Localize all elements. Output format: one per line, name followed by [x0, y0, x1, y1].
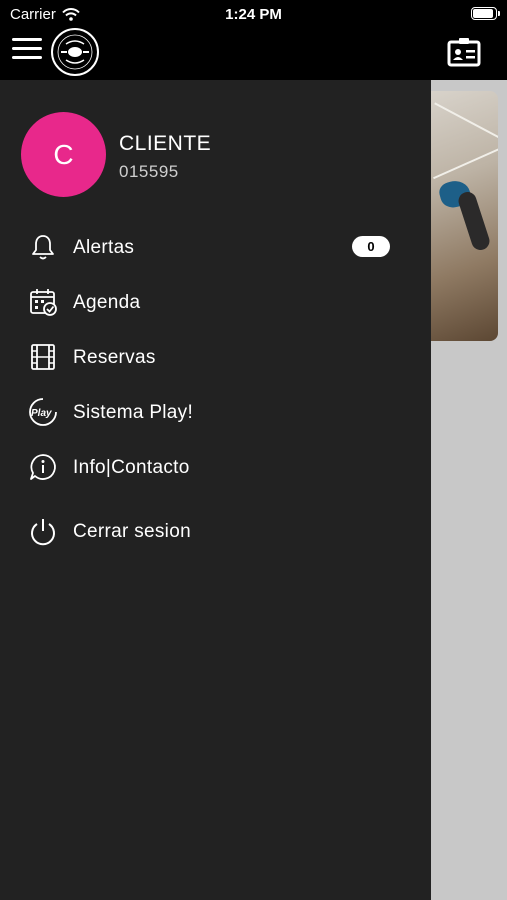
menu-item-label: Agenda	[73, 292, 141, 313]
battery-icon	[471, 7, 500, 20]
play-badge-icon: Play	[29, 398, 57, 426]
info-bubble-icon	[30, 454, 56, 480]
power-icon	[31, 519, 55, 546]
app-header	[0, 28, 507, 80]
menu-item-label: Info|Contacto	[73, 457, 190, 478]
user-id: 015595	[119, 162, 179, 181]
film-icon	[31, 344, 55, 370]
avatar[interactable]: C	[21, 112, 106, 197]
contact-card-icon[interactable]	[447, 37, 481, 72]
menu-item-sistema-play[interactable]: Play Sistema Play!	[0, 391, 431, 435]
user-name: CLIENTE	[119, 132, 212, 155]
logo-mark	[57, 34, 93, 70]
promo-image-card[interactable]	[420, 91, 498, 341]
menu-item-info-contacto[interactable]: Info|Contacto	[0, 446, 431, 490]
status-bar: Carrier 1:24 PM	[0, 0, 507, 28]
menu-item-label: Reservas	[73, 347, 156, 368]
navigation-drawer: C CLIENTE 015595 Alertas 0 Agenda Reserv…	[0, 80, 431, 900]
calendar-check-icon	[30, 289, 57, 316]
app-logo	[51, 28, 99, 76]
bell-icon	[32, 235, 54, 260]
avatar-initial: C	[53, 138, 74, 170]
menu-item-label: Alertas	[73, 237, 135, 258]
menu-item-agenda[interactable]: Agenda	[0, 281, 431, 325]
clock: 1:24 PM	[225, 6, 282, 23]
menu-icon[interactable]	[12, 38, 42, 62]
alerts-count-badge: 0	[352, 236, 390, 257]
menu-item-label: Sistema Play!	[73, 402, 194, 423]
menu-item-alertas[interactable]: Alertas 0	[0, 226, 431, 270]
logout-button[interactable]: Cerrar sesion	[0, 510, 431, 554]
menu-item-label: Cerrar sesion	[73, 521, 191, 542]
svg-text:Play: Play	[31, 408, 52, 419]
menu-item-reservas[interactable]: Reservas	[0, 336, 431, 380]
battery-level	[473, 9, 493, 18]
